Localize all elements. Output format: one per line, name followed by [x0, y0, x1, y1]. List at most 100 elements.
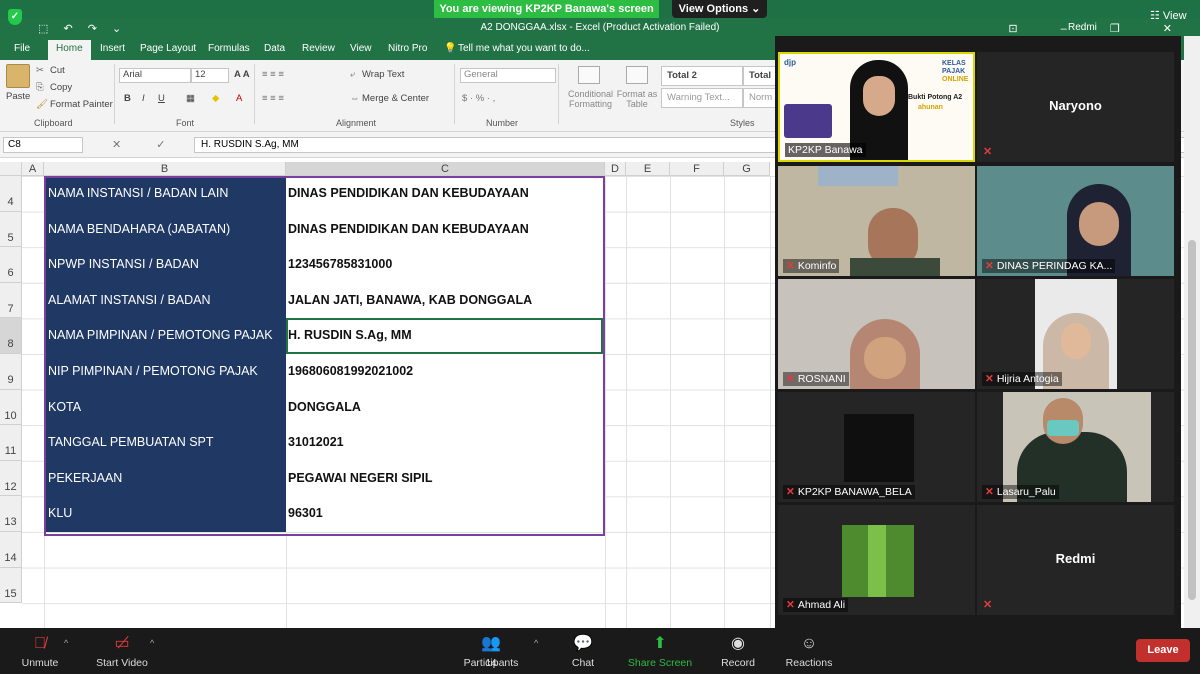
column-header-d[interactable]: D [605, 162, 626, 176]
row-header[interactable]: 15 [0, 567, 22, 604]
video-tile[interactable]: ✕ Lasaru_Palu [977, 392, 1174, 502]
unmute-button[interactable]: 🎙̸ Unmute [18, 634, 62, 669]
video-tile[interactable]: ✕ Kominfo [778, 166, 975, 276]
presenter-face [863, 76, 895, 116]
row-header[interactable]: 6 [0, 247, 22, 283]
tab-view[interactable]: View [350, 43, 372, 54]
participants-button[interactable]: 👥14 Participants [460, 634, 522, 669]
wrap-text-button[interactable]: Wrap Text [362, 69, 404, 80]
tell-me-input[interactable]: Tell me what you want to do... [458, 43, 590, 54]
leave-button[interactable]: Leave [1136, 639, 1190, 662]
font-size-select[interactable]: 12 [191, 68, 229, 83]
conditional-formatting-button[interactable]: Conditional Formatting [563, 89, 618, 109]
tab-file[interactable]: File [14, 43, 30, 54]
row-header[interactable]: 9 [0, 354, 22, 390]
row-header[interactable]: 5 [0, 211, 22, 248]
select-all-corner[interactable] [0, 162, 22, 176]
number-format-select[interactable]: General [460, 68, 556, 83]
column-header-g[interactable]: G [724, 162, 770, 176]
tab-formulas[interactable]: Formulas [208, 43, 250, 54]
participant-name: ✕ Kominfo [783, 259, 840, 273]
column-header-c[interactable]: C [286, 162, 605, 176]
column-header-f[interactable]: F [670, 162, 724, 176]
tab-home[interactable]: Home [48, 40, 91, 60]
video-tile[interactable]: djp KELAS PAJAK ONLINE Bukti Potong A2 a… [778, 52, 975, 162]
row-header[interactable]: 10 [0, 389, 22, 426]
audio-options-caret[interactable]: ^ [64, 638, 68, 648]
row-header[interactable]: 8 [0, 318, 22, 354]
djp-logo: djp [784, 58, 796, 67]
bold-button[interactable]: B [124, 93, 131, 104]
font-name-select[interactable]: Arial [119, 68, 191, 83]
merge-icon: ⇔ [350, 93, 360, 104]
start-video-button[interactable]: ▭̸ Start Video [92, 634, 152, 669]
tab-page-layout[interactable]: Page Layout [140, 43, 196, 54]
scrollbar-thumb[interactable] [1188, 240, 1196, 600]
participant-name: ✕ Hijria Antogia [982, 372, 1062, 386]
video-tile[interactable]: Redmi ✕ [977, 505, 1174, 615]
underline-button[interactable]: U [158, 93, 165, 104]
italic-button[interactable]: I [142, 93, 145, 104]
video-tile[interactable]: ✕ KP2KP BANAWA_BELA [778, 392, 975, 502]
currency-icon[interactable]: $ · % · , [462, 93, 495, 104]
mic-muted-icon: ✕ [983, 599, 993, 611]
font-color-icon[interactable]: A [236, 93, 242, 104]
paste-button[interactable]: Paste [6, 91, 30, 102]
row-header[interactable]: 11 [0, 425, 22, 461]
grid-vline [770, 176, 771, 628]
video-tile[interactable]: Naryono ✕ [977, 52, 1174, 162]
participants-caret[interactable]: ^ [534, 638, 538, 648]
window-controls[interactable]: ⊡ – ❐ ✕ [1008, 22, 1192, 35]
format-painter-button[interactable]: Format Painter [50, 99, 113, 110]
row-header[interactable]: 7 [0, 282, 22, 319]
participant-name: ✕ ROSNANI [783, 372, 849, 386]
row-header[interactable]: 14 [0, 532, 22, 568]
tab-insert[interactable]: Insert [100, 43, 125, 54]
participant-name: ✕ Lasaru_Palu [982, 485, 1059, 499]
reactions-button[interactable]: ☺ Reactions [782, 634, 836, 669]
style-total-2[interactable]: Total 2 [661, 66, 743, 86]
view-button[interactable]: ☷ View [1150, 9, 1187, 22]
video-options-caret[interactable]: ^ [150, 638, 154, 648]
font-grow-icon[interactable]: A A [234, 69, 250, 80]
fill-color-icon[interactable]: ◆ [212, 93, 219, 104]
video-tile[interactable]: ✕ Hijria Antogia [977, 279, 1174, 389]
participant-label: ROSNANI [797, 373, 846, 385]
style-warning-text[interactable]: Warning Text... [661, 88, 743, 108]
row-header[interactable]: 12 [0, 460, 22, 497]
format-as-table-button[interactable]: Format as Table [614, 89, 660, 109]
video-tile[interactable]: ✕ ROSNANI [778, 279, 975, 389]
participant-name: ✕ KP2KP BANAWA_BELA [783, 485, 915, 499]
video-tile[interactable]: ✕ Ahmad Ali [778, 505, 975, 615]
shield-icon[interactable]: ✓ [8, 9, 22, 25]
participant-label: KP2KP BANAWA_BELA [797, 486, 912, 498]
tab-nitro-pro[interactable]: Nitro Pro [388, 43, 427, 54]
wrap-text-icon: ⤶ [350, 69, 356, 80]
share-screen-button[interactable]: ⬆ Share Screen [626, 634, 694, 669]
column-header-a[interactable]: A [22, 162, 44, 176]
chat-button[interactable]: 💬 Chat [566, 634, 600, 669]
tab-review[interactable]: Review [302, 43, 335, 54]
merge-center-button[interactable]: Merge & Center [362, 93, 429, 104]
kelas-pajak-logo: KELAS PAJAK ONLINE [942, 60, 968, 84]
share-screen-icon: ⬆ [653, 635, 667, 652]
border-icon[interactable]: ▦ [186, 93, 195, 104]
kelas-text: KELAS [942, 60, 966, 67]
copy-icon: ⎘ [36, 82, 44, 93]
number-group-label: Number [486, 118, 519, 128]
copy-button[interactable]: Copy [50, 82, 72, 93]
align-top-icon[interactable]: ≡ ≡ ≡ [262, 69, 284, 80]
column-header-b[interactable]: B [44, 162, 286, 176]
video-feed [844, 414, 914, 482]
record-button[interactable]: ◉ Record [718, 634, 758, 669]
column-header-e[interactable]: E [626, 162, 670, 176]
row-header[interactable]: 13 [0, 496, 22, 532]
name-box[interactable]: C8 [3, 137, 83, 153]
cut-button[interactable]: Cut [50, 65, 65, 76]
reactions-icon: ☺ [800, 635, 818, 652]
row-header[interactable]: 4 [0, 176, 22, 212]
tab-data[interactable]: Data [264, 43, 285, 54]
align-left-icon[interactable]: ≡ ≡ ≡ [262, 93, 284, 104]
view-options-button[interactable]: View Options ⌄ [672, 0, 767, 18]
video-tile[interactable]: ✕ DINAS PERINDAG KA... [977, 166, 1174, 276]
